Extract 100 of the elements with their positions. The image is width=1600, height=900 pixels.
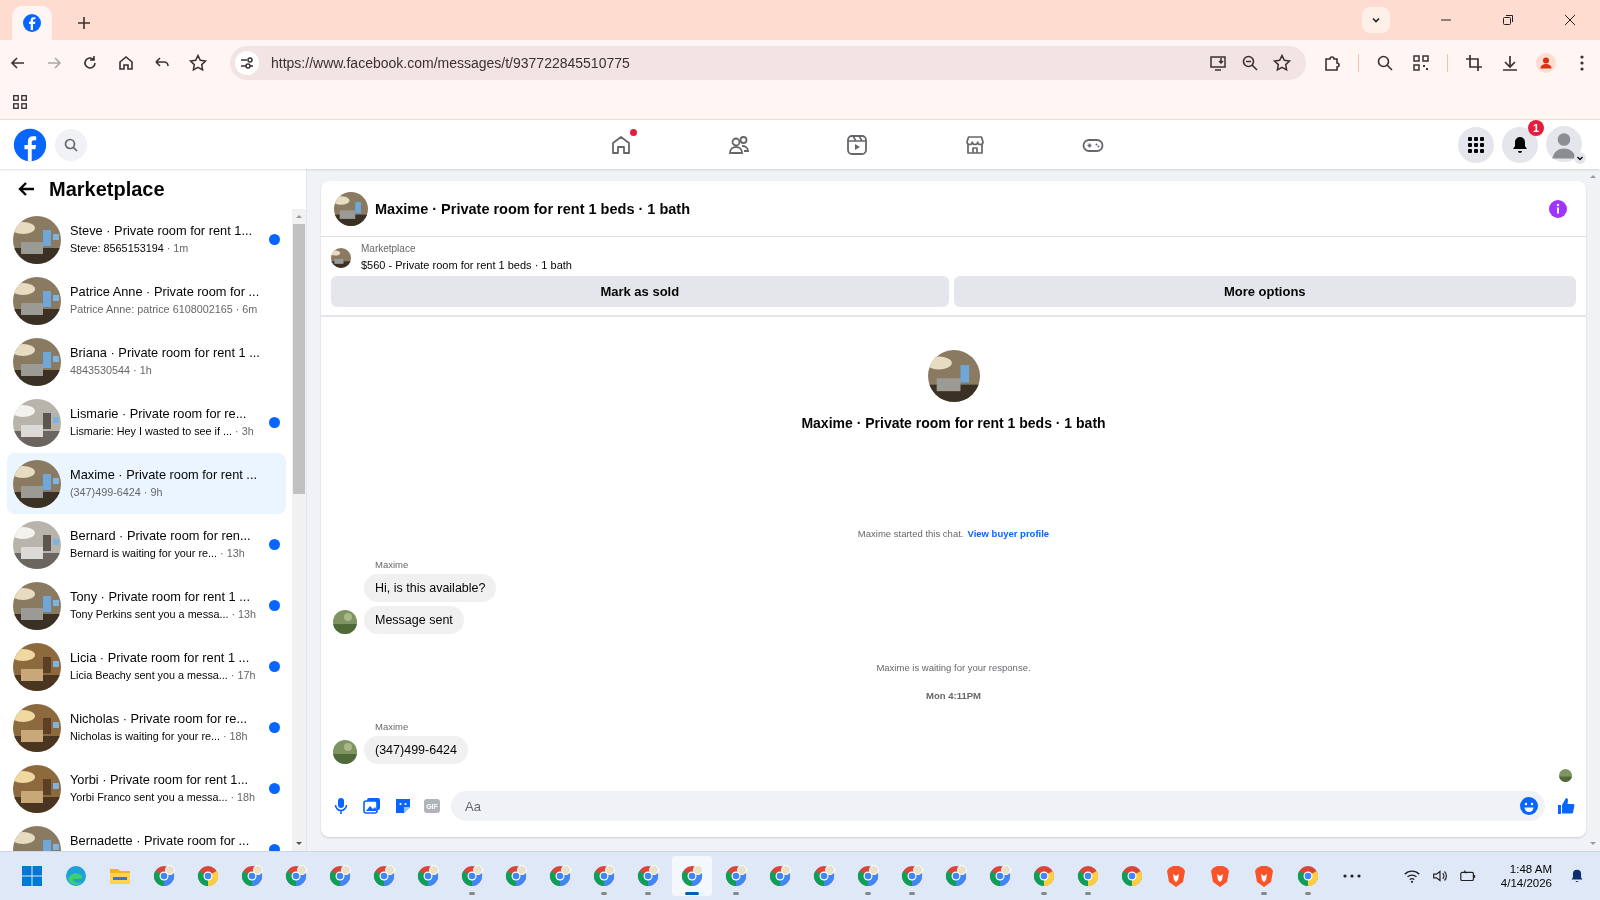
chrome-logo-icon — [900, 864, 924, 888]
sticker-icon[interactable] — [393, 796, 413, 816]
conversation-title: Bernard · Private room for ren... — [70, 527, 251, 543]
conversation-title: Maxime · Private room for rent ... — [70, 466, 258, 482]
chrome-logo-icon — [636, 864, 660, 888]
browser-tab[interactable] — [12, 6, 52, 40]
chrome-logo-icon — [1120, 864, 1144, 888]
conversation-item[interactable]: Nicholas · Private room for re... Nicholas is waiting for your re... · 18h — [7, 697, 286, 758]
sender-name: Maxime — [375, 559, 409, 570]
action-button[interactable]: Mark as sold — [331, 276, 949, 307]
conversation-item[interactable]: Yorbi · Private room for rent 1... Yorbi Franco sent you a messa... · 18h — [7, 758, 286, 819]
search-icon — [63, 136, 79, 153]
chrome-logo-icon — [812, 864, 836, 888]
conversation-item[interactable]: Lismarie · Private room for re... Lismarie: Hey I wasted to see if ... · 3h — [7, 392, 286, 453]
conversation-title: Licia · Private room for rent 1 ... — [70, 649, 250, 665]
thumbs-up-icon[interactable] — [1556, 796, 1576, 816]
emoji-icon[interactable] — [1519, 796, 1539, 816]
conversation-preview: Steve: 8565153194 — [70, 241, 164, 254]
grid-icon — [1466, 134, 1486, 155]
system-notice: Maxime is waiting for your response. — [876, 662, 1031, 673]
conversation-time: · 17h — [230, 668, 256, 681]
star-icon[interactable] — [188, 52, 208, 73]
scroll-up-icon[interactable] — [1590, 175, 1596, 178]
chrome-logo-icon — [680, 864, 704, 888]
chrome-logo-icon — [240, 864, 264, 888]
conversation-preview: Yorbi Franco sent you a messa... — [70, 790, 228, 803]
conversation-time: · 1m — [166, 241, 189, 254]
scroll-up-icon[interactable] — [296, 215, 302, 218]
listing-source: Marketplace — [361, 243, 417, 254]
facebook-logo-icon — [22, 13, 42, 33]
conversation-preview: Lismarie: Hey I wasted to see if ... — [70, 424, 233, 437]
conversation-preview: Patrice Anne: patrice 6108002165 — [70, 302, 233, 315]
conversation-title: Briana · Private room for rent 1 ... — [70, 344, 260, 360]
photo-icon[interactable] — [362, 796, 382, 816]
chrome-logo-icon — [416, 864, 440, 888]
listing-title[interactable]: $560 - Private room for rent 1 beds · 1 bath — [361, 259, 572, 271]
message-bubble: (347)499-6424 — [364, 736, 468, 764]
chrome-logo-icon — [856, 864, 880, 888]
caret-icon[interactable] — [1574, 151, 1586, 164]
bell-icon — [1510, 134, 1530, 155]
close-icon[interactable] — [1562, 12, 1578, 28]
message-bubble: Message sent — [364, 606, 464, 634]
clock-time: 1:48 AM — [1509, 863, 1552, 875]
sidebar-title: Marketplace — [49, 177, 165, 201]
plus-icon[interactable] — [76, 15, 92, 31]
qr-code-icon[interactable] — [1411, 52, 1431, 73]
wifi-icon[interactable] — [1402, 867, 1421, 885]
notification-dot — [629, 128, 637, 136]
chrome-logo-icon — [592, 864, 616, 888]
clock[interactable]: 1:48 AM 4/14/2026 — [1500, 863, 1552, 889]
conversation-time: · 1h — [133, 363, 152, 376]
lion-shield-icon — [1252, 864, 1276, 888]
chrome-logo-icon — [724, 864, 748, 888]
chrome-logo-icon — [1296, 864, 1320, 888]
crop-icon[interactable] — [1464, 52, 1484, 73]
site-settings-icon[interactable] — [235, 50, 259, 75]
chrome-logo-icon — [372, 864, 396, 888]
edge-logo-icon — [64, 864, 88, 888]
restore-icon[interactable] — [1500, 12, 1516, 28]
conversation-item[interactable]: Tony · Private room for rent 1 ... Tony Perkins sent you a messa... · 13h — [7, 575, 286, 636]
conversation-item[interactable]: Steve · Private room for rent 1... Steve: 8565153194 · 1m — [7, 209, 286, 270]
volume-icon[interactable] — [1430, 867, 1449, 885]
star-icon[interactable] — [1272, 52, 1292, 73]
conversation-time: · 18h — [230, 790, 256, 803]
address-bar[interactable]: https://www.facebook.com/messages/t/937722845510775 — [230, 45, 1306, 80]
conversation-item[interactable]: Licia · Private room for rent 1 ... Licia Beachy sent you a messa... · 17h — [7, 636, 286, 697]
conversation-time: · 13h — [231, 607, 257, 620]
apps-grid-icon[interactable] — [11, 93, 29, 111]
conversation-item[interactable]: Patrice Anne · Private room for ... Patrice Anne: patrice 6108002165 · 6m — [7, 270, 286, 331]
chat-title: Maxime · Private room for rent 1 beds · 1 bath — [375, 200, 691, 217]
menu-button[interactable] — [1458, 126, 1494, 163]
conversation-title: Yorbi · Private room for rent 1... — [70, 771, 249, 787]
chrome-logo-icon — [460, 864, 484, 888]
conversation-time: · 6m — [235, 302, 258, 315]
taskbar-app[interactable] — [672, 856, 712, 896]
chrome-logo-icon — [768, 864, 792, 888]
scroll-down-icon[interactable] — [296, 842, 302, 845]
action-button[interactable]: More options — [953, 276, 1576, 307]
info-icon[interactable] — [1548, 198, 1568, 219]
conversation-title: Steve · Private room for rent 1... — [70, 222, 253, 238]
conversation-item[interactable]: Maxime · Private room for rent ... (347)499-6424 · 9h — [7, 453, 286, 514]
profile-icon[interactable] — [1536, 52, 1556, 73]
facebook-logo-icon[interactable] — [13, 127, 47, 162]
chrome-logo-icon — [196, 864, 220, 888]
chrome-logo-icon — [152, 864, 176, 888]
conversation-item[interactable]: Briana · Private room for rent 1 ... 4843530544 · 1h — [7, 331, 286, 392]
conversation-item[interactable]: Bernard · Private room for ren... Bernard is waiting for your re... · 13h — [7, 514, 286, 575]
video-icon[interactable] — [844, 132, 869, 157]
notifications-button[interactable] — [1502, 126, 1538, 163]
timestamp: Mon 4:11PM — [926, 690, 981, 701]
conversation-time: · 3h — [235, 424, 254, 437]
message-input[interactable]: Aa — [463, 797, 1519, 815]
chrome-logo-icon — [548, 864, 572, 888]
conversation-time: · 18h — [223, 729, 248, 742]
message-field[interactable]: Aa — [451, 791, 1545, 821]
chrome-logo-icon — [988, 864, 1012, 888]
scrollbar-thumb[interactable] — [293, 224, 305, 494]
buyer-profile-link[interactable]: View buyer profile — [967, 528, 1050, 539]
listing-heading: Maxime · Private room for rent 1 beds · 1 bath — [801, 415, 1106, 431]
search-button[interactable] — [55, 128, 87, 161]
